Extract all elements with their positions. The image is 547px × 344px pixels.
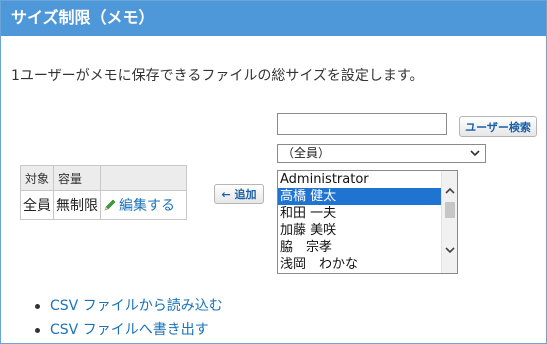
cell-action: 編集する (100, 190, 188, 220)
edit-link[interactable]: 編集する (103, 198, 175, 214)
user-search-input[interactable] (277, 113, 447, 135)
user-list-items: Administrator 高橋 健太 和田 一夫 加藤 美咲 脇 宗孝 浅岡 … (278, 171, 442, 273)
group-select-value: （全員） (282, 146, 331, 160)
csv-export-link[interactable]: CSV ファイルへ書き出す (50, 322, 209, 338)
user-option[interactable]: 浅岡 わかな (278, 256, 442, 273)
cell-target: 全員 (19, 190, 55, 220)
column-header-capacity: 容量 (53, 165, 102, 191)
user-option[interactable]: Administrator (278, 171, 442, 188)
chevron-down-icon (470, 150, 480, 157)
user-option[interactable]: 和田 一夫 (278, 205, 442, 222)
user-option[interactable]: 脇 宗孝 (278, 239, 442, 256)
add-button[interactable]: ← 追加 (214, 184, 264, 204)
description-text: 1ユーザーがメモに保存できるファイルの総サイズを設定します。 (11, 68, 424, 84)
group-select[interactable]: （全員） (277, 144, 486, 163)
listbox-scrollbar[interactable] (441, 171, 457, 273)
list-item: CSV ファイルから読み込む (35, 295, 223, 319)
list-item: CSV ファイルへ書き出す (35, 319, 223, 343)
user-listbox[interactable]: Administrator 高橋 健太 和田 一夫 加藤 美咲 脇 宗孝 浅岡 … (277, 170, 458, 274)
scroll-up-icon[interactable] (444, 185, 456, 197)
user-search-button[interactable]: ユーザー検索 (459, 116, 537, 137)
table-row: 全員 無制限 編集する (19, 190, 188, 220)
cell-capacity: 無制限 (53, 190, 102, 220)
size-limit-table: 対象 容量 全員 無制限 編集する (19, 165, 188, 220)
bullet-icon (35, 327, 40, 333)
scrollbar-thumb[interactable] (445, 202, 455, 218)
page-title: サイズ制限（メモ） (1, 1, 546, 36)
user-option-selected[interactable]: 高橋 健太 (278, 188, 442, 205)
csv-import-link[interactable]: CSV ファイルから読み込む (50, 298, 223, 314)
scroll-down-icon[interactable] (444, 244, 456, 256)
user-option[interactable]: 加藤 美咲 (278, 222, 442, 239)
csv-actions-list: CSV ファイルから読み込む CSV ファイルへ書き出す (35, 295, 223, 343)
column-header-action (100, 165, 188, 191)
column-header-target: 対象 (19, 165, 55, 191)
edit-link-label: 編集する (119, 198, 176, 214)
table-header-row: 対象 容量 (19, 165, 188, 191)
size-limit-panel: サイズ制限（メモ） 1ユーザーがメモに保存できるファイルの総サイズを設定します。… (0, 0, 547, 344)
bullet-icon (35, 303, 40, 309)
pencil-icon (104, 199, 116, 211)
